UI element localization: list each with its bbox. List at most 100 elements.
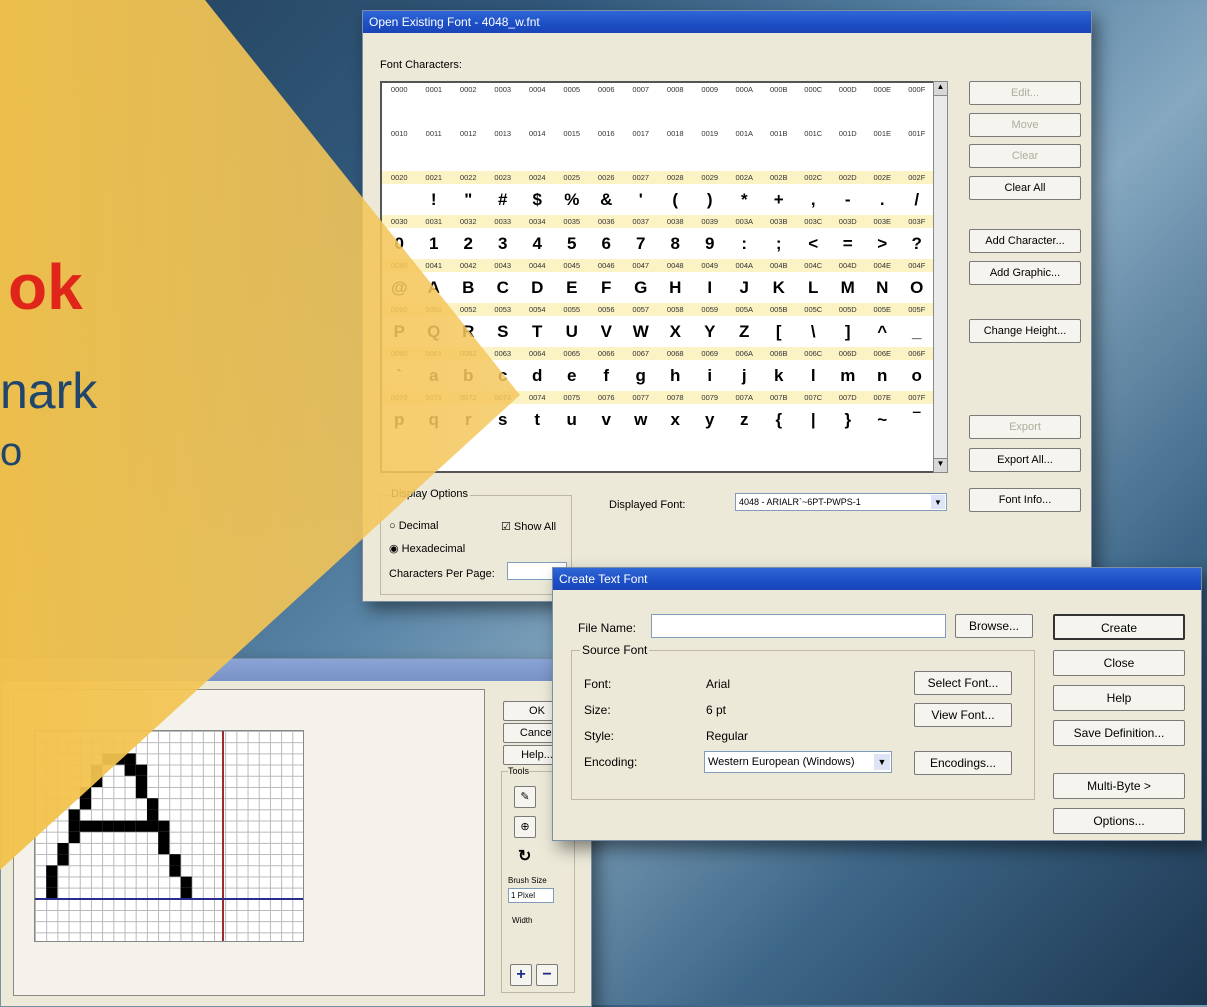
hexadecimal-radio[interactable]: ◉ Hexadecimal <box>389 542 465 555</box>
char-cell[interactable]: y <box>693 404 728 435</box>
char-cell[interactable]: ) <box>693 184 728 215</box>
edit-button[interactable]: Edit... <box>969 81 1081 105</box>
char-cell[interactable]: , <box>796 184 831 215</box>
char-cell[interactable]: ' <box>624 184 659 215</box>
char-code[interactable]: 0031 <box>417 215 452 228</box>
char-code[interactable]: 004F <box>900 259 935 272</box>
char-cell[interactable]: T <box>520 316 555 347</box>
char-cell[interactable] <box>624 140 659 171</box>
char-cell[interactable]: _ <box>900 316 935 347</box>
char-code[interactable]: 0027 <box>624 171 659 184</box>
char-cell[interactable] <box>520 96 555 127</box>
char-code[interactable]: 006E <box>865 347 900 360</box>
char-code[interactable]: 0030 <box>382 215 417 228</box>
char-cell[interactable]: ~ <box>865 404 900 435</box>
char-cell[interactable]: / <box>900 184 935 215</box>
browse-button[interactable]: Browse... <box>955 614 1033 638</box>
char-code[interactable]: 0047 <box>624 259 659 272</box>
char-cell[interactable]: : <box>727 228 762 259</box>
char-code[interactable]: 007A <box>727 391 762 404</box>
char-cell[interactable]: U <box>555 316 590 347</box>
char-code[interactable]: 0057 <box>624 303 659 316</box>
glyph-pixel[interactable] <box>68 831 80 843</box>
pixel-editor-area[interactable] <box>13 689 485 996</box>
char-code[interactable]: 0061 <box>417 347 452 360</box>
glyph-pixel[interactable] <box>79 820 91 832</box>
displayed-font-select[interactable]: 4048 - ARIALR`~6PT-PWPS-1 ▼ <box>735 493 947 511</box>
char-code[interactable]: 0004 <box>520 83 555 96</box>
char-cell[interactable]: - <box>831 184 866 215</box>
char-code[interactable]: 004E <box>865 259 900 272</box>
glyph-pixel[interactable] <box>79 787 91 799</box>
char-cell[interactable]: ; <box>762 228 797 259</box>
char-cell[interactable]: F <box>589 272 624 303</box>
char-cell[interactable]: s <box>486 404 521 435</box>
char-code[interactable]: 005C <box>796 303 831 316</box>
char-code[interactable]: 0021 <box>417 171 452 184</box>
char-cell[interactable]: 3 <box>486 228 521 259</box>
char-cell[interactable]: + <box>762 184 797 215</box>
char-code[interactable]: 0029 <box>693 171 728 184</box>
char-code[interactable]: 0051 <box>417 303 452 316</box>
char-cell[interactable]: $ <box>520 184 555 215</box>
char-code[interactable]: 006A <box>727 347 762 360</box>
char-code[interactable]: 0011 <box>417 127 452 140</box>
char-cell[interactable]: j <box>727 360 762 391</box>
text-font-titlebar[interactable]: Create Text Font <box>553 568 1201 590</box>
char-code[interactable]: 005A <box>727 303 762 316</box>
char-code[interactable]: 0056 <box>589 303 624 316</box>
char-cell[interactable] <box>831 140 866 171</box>
glyph-pixel[interactable] <box>180 887 192 899</box>
char-code[interactable]: 0065 <box>555 347 590 360</box>
char-code[interactable]: 0036 <box>589 215 624 228</box>
char-code[interactable]: 002B <box>762 171 797 184</box>
file-name-input[interactable] <box>651 614 946 638</box>
char-cell[interactable] <box>658 96 693 127</box>
char-cell[interactable]: D <box>520 272 555 303</box>
char-cell[interactable]: I <box>693 272 728 303</box>
multi-byte-button[interactable]: Multi-Byte > <box>1053 773 1185 799</box>
char-cell[interactable]: b <box>451 360 486 391</box>
char-cell[interactable]: & <box>589 184 624 215</box>
glyph-pixel[interactable] <box>113 753 125 765</box>
char-code[interactable]: 007D <box>831 391 866 404</box>
char-code[interactable]: 005D <box>831 303 866 316</box>
char-code[interactable]: 005F <box>900 303 935 316</box>
char-code[interactable]: 0006 <box>589 83 624 96</box>
char-cell[interactable]: @ <box>382 272 417 303</box>
glyph-pixel[interactable] <box>180 876 192 888</box>
char-code[interactable]: 0054 <box>520 303 555 316</box>
char-cell[interactable]: { <box>762 404 797 435</box>
create-button[interactable]: Create <box>1053 614 1185 640</box>
glyph-pixel[interactable] <box>46 876 58 888</box>
char-code[interactable]: 0023 <box>486 171 521 184</box>
char-code[interactable]: 0069 <box>693 347 728 360</box>
glyph-pixel[interactable] <box>91 764 103 776</box>
char-cell[interactable]: z <box>727 404 762 435</box>
char-cell[interactable] <box>486 96 521 127</box>
char-code[interactable]: 0074 <box>520 391 555 404</box>
char-cell[interactable] <box>382 140 417 171</box>
char-cell[interactable]: J <box>727 272 762 303</box>
char-code[interactable]: 003A <box>727 215 762 228</box>
glyph-pixel[interactable] <box>147 798 159 810</box>
char-cell[interactable]: q <box>417 404 452 435</box>
glyph-pixel[interactable] <box>135 764 147 776</box>
char-cell[interactable]: w <box>624 404 659 435</box>
char-cell[interactable]: > <box>865 228 900 259</box>
char-cell[interactable]: d <box>520 360 555 391</box>
char-code[interactable]: 0012 <box>451 127 486 140</box>
show-all-checkbox[interactable]: ☑ Show All <box>501 520 556 533</box>
glyph-pixel[interactable] <box>91 820 103 832</box>
char-cell[interactable] <box>693 140 728 171</box>
char-code[interactable]: 0058 <box>658 303 693 316</box>
char-cell[interactable] <box>865 140 900 171</box>
glyph-pixel[interactable] <box>46 865 58 877</box>
char-code[interactable]: 003E <box>865 215 900 228</box>
char-code[interactable]: 0044 <box>520 259 555 272</box>
add-graphic-button[interactable]: Add Graphic... <box>969 261 1081 285</box>
char-cell[interactable] <box>865 96 900 127</box>
char-cell[interactable]: 0 <box>382 228 417 259</box>
char-cell[interactable] <box>727 96 762 127</box>
change-height-button[interactable]: Change Height... <box>969 319 1081 343</box>
